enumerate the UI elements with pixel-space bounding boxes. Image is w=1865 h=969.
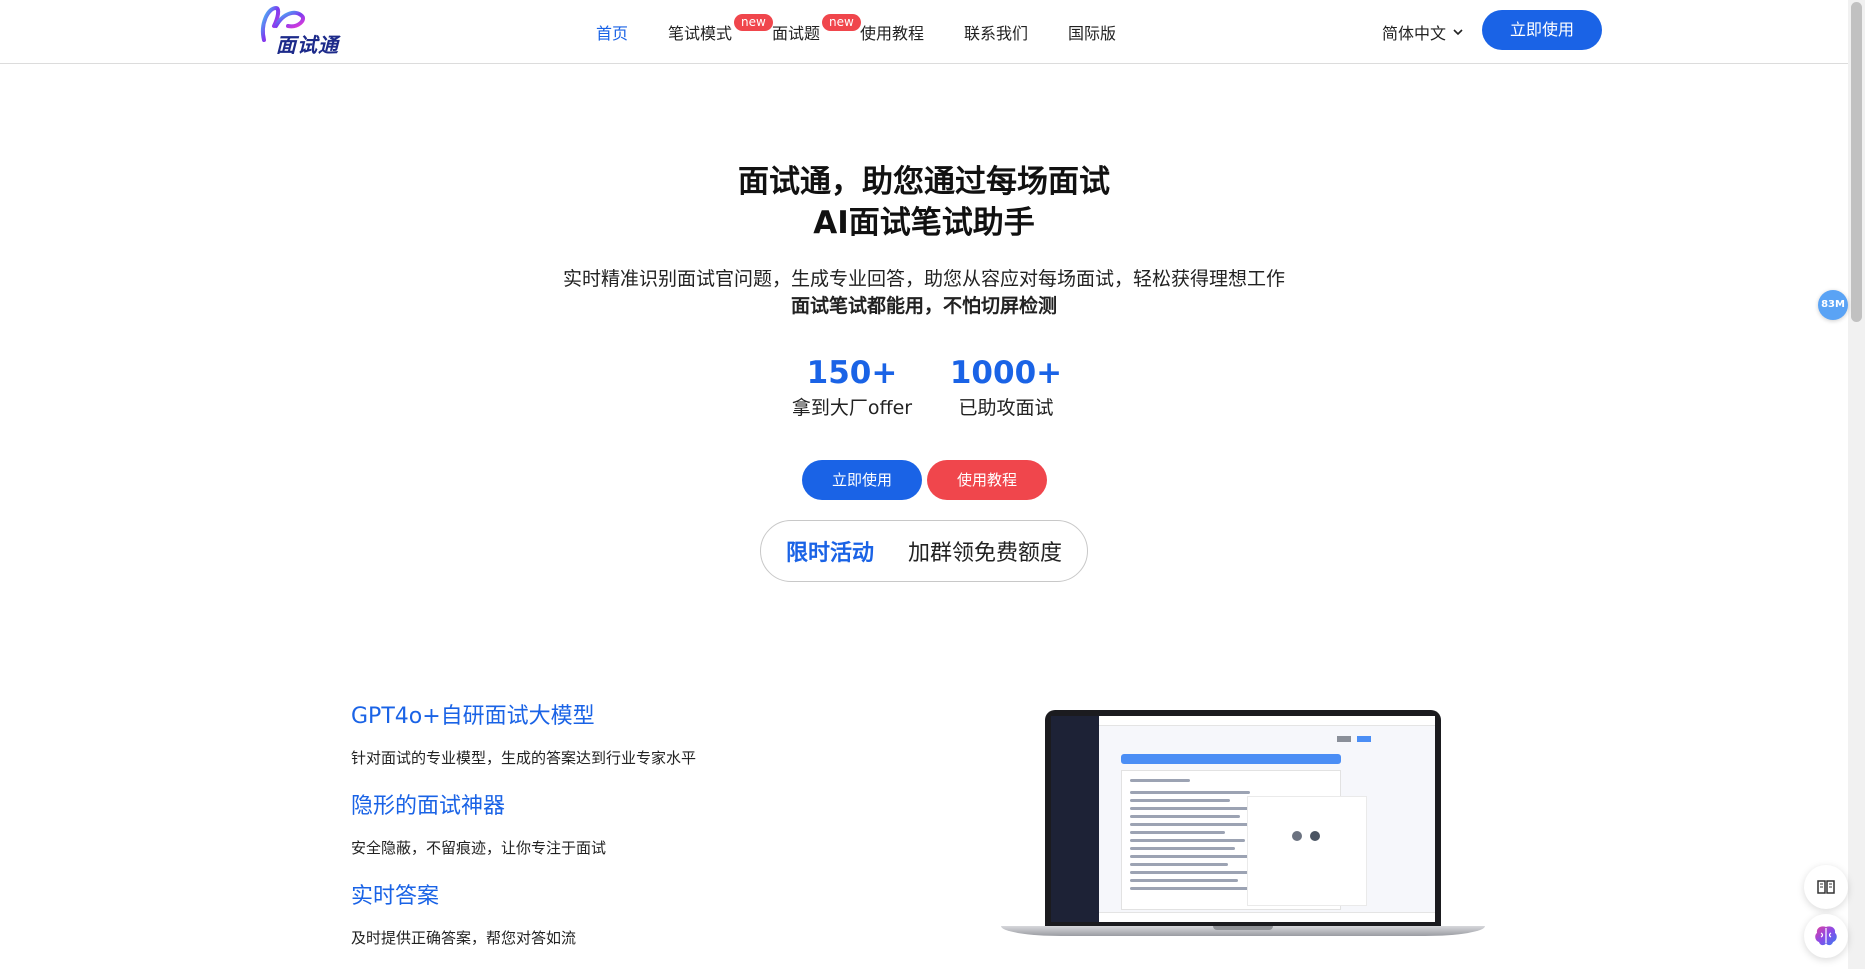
laptop-screen-frame bbox=[1045, 710, 1441, 928]
hero-title-line1: 面试通，助您通过每场面试 bbox=[738, 164, 1110, 200]
language-label: 简体中文 bbox=[1382, 24, 1447, 43]
promo-tag: 限时活动 bbox=[785, 541, 874, 566]
preview-button bbox=[1357, 736, 1371, 742]
hero-start-button[interactable]: 立即使用 bbox=[802, 460, 922, 500]
preview-button bbox=[1337, 736, 1351, 742]
hero-subtitle-bold: 面试笔试都能用，不怕切屏检测 bbox=[790, 295, 1057, 317]
hero-tutorial-button[interactable]: 使用教程 bbox=[927, 460, 1047, 500]
preview-question-bubble bbox=[1121, 754, 1341, 764]
nav-home[interactable]: 首页 bbox=[596, 20, 628, 44]
page-scrollbar[interactable] bbox=[1848, 0, 1865, 969]
stat-interviews-value: 1000+ bbox=[949, 355, 1063, 391]
feature-title-stealth: 隐形的面试神器 bbox=[351, 794, 506, 819]
feature-desc-realtime: 及时提供正确答案，帮您对答如流 bbox=[351, 929, 577, 947]
nav-interview-questions[interactable]: 面试题 bbox=[772, 20, 820, 44]
hero-title-line2: AI面试笔试助手 bbox=[813, 205, 1035, 241]
nav-tutorial[interactable]: 使用教程 bbox=[860, 20, 924, 44]
top-header: 面试通 首页 笔试模式 new 面试题 new 使用教程 联系我们 国际版 简体… bbox=[0, 0, 1848, 64]
feature-desc-stealth: 安全隐蔽，不留痕迹，让你专注于面试 bbox=[351, 839, 607, 857]
new-badge: new bbox=[734, 14, 773, 31]
stat-interviews: 1000+ 已助攻面试 bbox=[944, 355, 1068, 420]
app-preview-screen bbox=[1051, 716, 1435, 922]
logo-text: 面试通 bbox=[276, 33, 339, 57]
feature-title-model: GPT4o+自研面试大模型 bbox=[351, 704, 595, 729]
scrollbar-thumb[interactable] bbox=[1851, 2, 1862, 322]
memory-usage-badge[interactable]: 83M bbox=[1818, 290, 1848, 320]
laptop-mockup-image bbox=[1001, 708, 1485, 940]
hero-subtitle: 实时精准识别面试官问题，生成专业回答，助您从容应对每场面试，轻松获得理想工作 bbox=[562, 268, 1285, 290]
site-logo[interactable]: 面试通 bbox=[258, 4, 344, 57]
chevron-down-icon bbox=[1453, 29, 1463, 36]
stat-offers-label: 拿到大厂offer bbox=[791, 397, 913, 419]
feature-title-realtime: 实时答案 bbox=[351, 884, 440, 909]
feature-desc-model: 针对面试的专业模型，生成的答案达到行业专家水平 bbox=[351, 749, 697, 767]
promo-banner[interactable]: 限时活动 加群领免费额度 bbox=[760, 520, 1088, 582]
preview-bottom-bar bbox=[1099, 912, 1435, 922]
book-open-icon bbox=[1817, 880, 1835, 894]
stat-offers: 150+ 拿到大厂offer bbox=[782, 355, 922, 420]
reader-mode-button[interactable] bbox=[1804, 865, 1848, 909]
assistant-button[interactable] bbox=[1804, 914, 1848, 958]
nav-contact-us[interactable]: 联系我们 bbox=[964, 20, 1028, 44]
stat-offers-value: 150+ bbox=[806, 355, 898, 391]
preview-right-panel bbox=[1247, 796, 1367, 906]
nav-international[interactable]: 国际版 bbox=[1068, 20, 1116, 44]
preview-sidebar bbox=[1051, 716, 1099, 922]
stat-interviews-label: 已助攻面试 bbox=[958, 397, 1054, 419]
nav-written-test-mode[interactable]: 笔试模式 bbox=[668, 20, 732, 44]
language-selector[interactable]: 简体中文 bbox=[1382, 20, 1464, 44]
promo-text: 加群领免费额度 bbox=[908, 541, 1063, 566]
laptop-notch bbox=[1213, 926, 1273, 930]
preview-topbar bbox=[1099, 716, 1435, 726]
new-badge: new bbox=[822, 14, 861, 31]
brain-icon bbox=[1815, 926, 1837, 946]
header-start-button[interactable]: 立即使用 bbox=[1482, 10, 1602, 50]
